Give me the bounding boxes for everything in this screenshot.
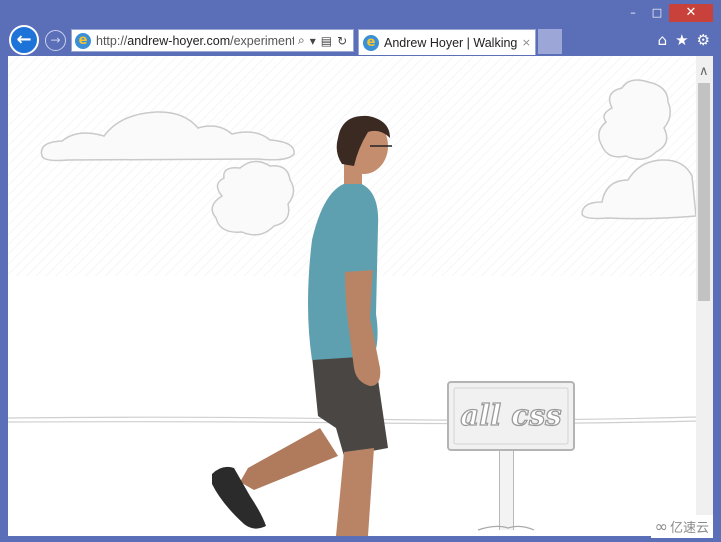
back-button[interactable]: ← [9, 25, 39, 55]
refresh-icon[interactable]: ↻ [337, 34, 347, 48]
new-tab-button[interactable] [538, 29, 562, 54]
all-css-sign: all css [447, 381, 575, 531]
vertical-scrollbar[interactable]: ∧ [696, 56, 713, 536]
scrollbar-thumb[interactable] [698, 83, 710, 301]
address-url[interactable]: http://andrew-hoyer.com/experiments [96, 34, 294, 48]
browser-window: – □ ✕ ← → e http://andrew-hoyer.com/expe… [0, 0, 721, 542]
favorites-icon[interactable]: ★ [675, 31, 688, 49]
address-tools: ⌕ ▾ ▤ ↻ [298, 33, 347, 48]
toolbar-icons: ⌂ ★ ⚙ [658, 31, 710, 49]
home-icon[interactable]: ⌂ [658, 31, 668, 49]
chevron-down-icon[interactable]: ▾ [310, 34, 316, 48]
tab-close-icon[interactable]: × [522, 36, 531, 49]
address-bar[interactable]: e http://andrew-hoyer.com/experiments ⌕ … [71, 29, 354, 52]
cloud-right-top [598, 79, 671, 160]
watermark-text: 亿速云 [669, 521, 709, 536]
sign-text: all css [460, 398, 561, 432]
scroll-up-icon[interactable]: ∧ [699, 64, 709, 79]
compatibility-view-icon[interactable]: ▤ [321, 34, 332, 48]
watermark-logo-icon: ∞ [654, 517, 668, 536]
minimize-button[interactable]: – [621, 4, 645, 22]
close-button[interactable]: ✕ [669, 4, 713, 22]
tab-title: Andrew Hoyer | Walking ... [384, 35, 518, 50]
scene-illustration: all css [8, 79, 699, 536]
cloud-left [40, 111, 295, 162]
ie-page-icon: e [75, 32, 91, 49]
cloud-middle [211, 160, 295, 236]
maximize-button[interactable]: □ [645, 4, 669, 22]
cloud-right-bottom [581, 159, 697, 220]
forward-button[interactable]: → [45, 30, 66, 51]
tab-walking[interactable]: e Andrew Hoyer | Walking ... × [358, 29, 536, 55]
watermark: ∞ 亿速云 [650, 515, 713, 538]
ie-tab-icon: e [363, 34, 379, 51]
search-icon[interactable]: ⌕ [298, 33, 305, 48]
navigation-bar: ← → e http://andrew-hoyer.com/experiment… [0, 22, 721, 56]
page-content: all css ∧ [8, 56, 713, 536]
settings-icon[interactable]: ⚙ [697, 31, 710, 49]
